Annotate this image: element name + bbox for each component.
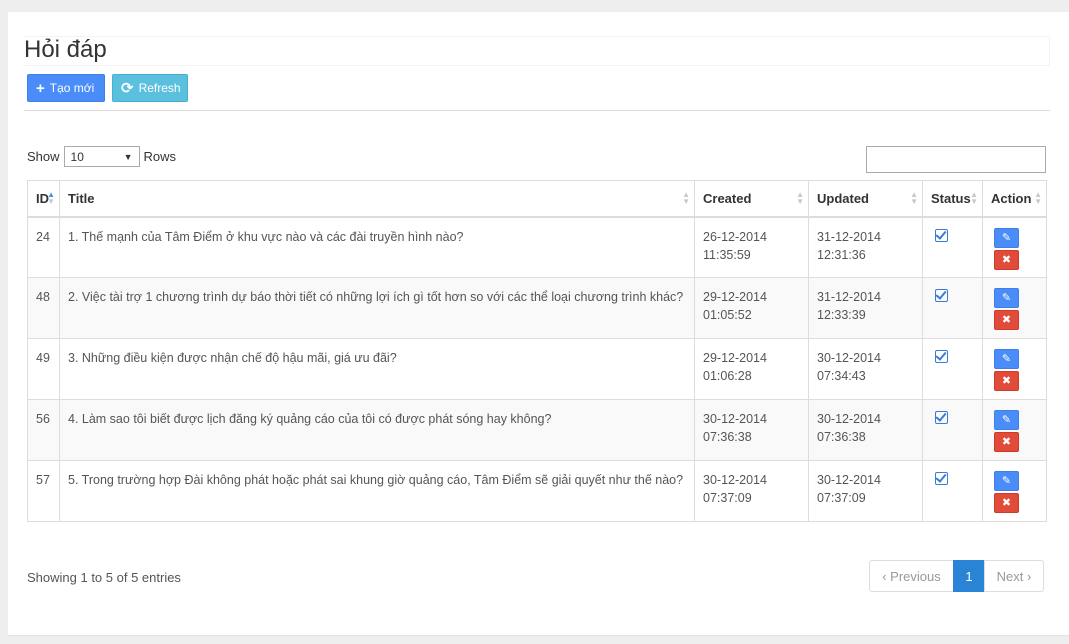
close-icon: ✖ (1001, 253, 1012, 266)
rows-per-page-value: 10 (70, 149, 84, 164)
pencil-icon: ✎ (1001, 475, 1012, 487)
cell-created: 26-12-2014 11:35:59 (694, 216, 809, 278)
refresh-label: Refresh (138, 81, 181, 95)
sort-icon: ▲ ▼ (1034, 190, 1042, 206)
cell-id: 49 (27, 338, 60, 400)
edit-button[interactable]: ✎ (994, 410, 1019, 430)
page-length-control: Show 10 ▼ Rows (27, 146, 176, 167)
delete-button[interactable]: ✖ (994, 371, 1019, 391)
table-info: Showing 1 to 5 of 5 entries (27, 570, 181, 585)
rows-per-page-select[interactable]: 10 ▼ (63, 146, 140, 167)
cell-created: 29-12-2014 01:06:28 (694, 338, 809, 400)
delete-button[interactable]: ✖ (994, 432, 1019, 452)
cell-updated: 30-12-2014 07:37:09 (808, 460, 923, 522)
edit-button[interactable]: ✎ (994, 288, 1019, 308)
close-icon: ✖ (1001, 314, 1012, 326)
cell-created: 29-12-2014 01:05:52 (694, 277, 809, 339)
delete-button[interactable]: ✖ (994, 310, 1019, 330)
table-row: 49 3. Những điều kiện được nhận chế độ h… (27, 338, 1047, 400)
create-new-button[interactable]: + Tạo mới (27, 74, 105, 102)
cell-action: ✎ ✖ (982, 338, 1047, 400)
pencil-icon: ✎ (1001, 353, 1012, 365)
checkbox-checked-icon[interactable] (935, 472, 948, 485)
table-row: 48 2. Việc tài trợ 1 chương trình dự báo… (27, 277, 1047, 339)
cell-updated: 30-12-2014 07:34:43 (808, 338, 923, 400)
plus-icon: + (36, 79, 45, 97)
cell-title: 4. Làm sao tôi biết được lịch đăng ký qu… (59, 399, 695, 461)
column-header-updated[interactable]: Updated ▲ ▼ (808, 180, 923, 218)
next-page-button[interactable]: Next › (984, 560, 1044, 592)
edit-button[interactable]: ✎ (994, 227, 1019, 248)
cell-status (922, 216, 983, 278)
page-title: Hỏi đáp (24, 36, 107, 63)
content-panel: Hỏi đáp + Tạo mới ⟳ Refresh Show 10 ▼ Ro… (8, 12, 1069, 636)
previous-page-button[interactable]: ‹ Previous (869, 560, 954, 592)
pencil-icon: ✎ (1001, 292, 1012, 304)
column-header-id[interactable]: ID ▲ ▼ (27, 180, 60, 218)
pencil-icon: ✎ (1001, 414, 1012, 426)
sort-icon: ▲ ▼ (796, 190, 804, 206)
sort-icon: ▲ ▼ (682, 190, 690, 206)
column-header-title[interactable]: Title ▲ ▼ (59, 180, 695, 218)
checkbox-checked-icon[interactable] (935, 289, 948, 302)
cell-title: 5. Trong trường hợp Đài không phát hoặc … (59, 460, 695, 522)
table-row: 56 4. Làm sao tôi biết được lịch đăng ký… (27, 399, 1047, 461)
cell-action: ✎ ✖ (982, 216, 1047, 278)
page-1-button[interactable]: 1 (953, 560, 985, 592)
cell-status (922, 399, 983, 461)
cell-status (922, 277, 983, 339)
edit-button[interactable]: ✎ (994, 349, 1019, 369)
cell-status (922, 460, 983, 522)
refresh-icon: ⟳ (121, 79, 134, 97)
cell-id: 56 (27, 399, 60, 461)
search-input[interactable] (866, 146, 1046, 173)
cell-created: 30-12-2014 07:36:38 (694, 399, 809, 461)
checkbox-checked-icon[interactable] (935, 350, 948, 363)
cell-updated: 31-12-2014 12:33:39 (808, 277, 923, 339)
table-row: 24 1. Thế mạnh của Tâm Điểm ở khu vực nà… (27, 216, 1047, 278)
cell-id: 57 (27, 460, 60, 522)
cell-id: 24 (27, 216, 60, 278)
edit-button[interactable]: ✎ (994, 471, 1019, 491)
close-icon: ✖ (1001, 375, 1012, 387)
sort-icon: ▲ ▼ (47, 190, 55, 206)
cell-action: ✎ ✖ (982, 277, 1047, 339)
faq-table: ID ▲ ▼ Title ▲ ▼ Created ▲ ▼ Updated ▲ ▼ Status ▲… (27, 180, 1047, 522)
cell-updated: 31-12-2014 12:31:36 (808, 216, 923, 278)
cell-title: 1. Thế mạnh của Tâm Điểm ở khu vực nào v… (59, 216, 695, 278)
delete-button[interactable]: ✖ (994, 249, 1019, 270)
cell-updated: 30-12-2014 07:36:38 (808, 399, 923, 461)
cell-action: ✎ ✖ (982, 399, 1047, 461)
close-icon: ✖ (1001, 436, 1012, 448)
show-label: Show (27, 149, 60, 164)
cell-action: ✎ ✖ (982, 460, 1047, 522)
cell-status (922, 338, 983, 400)
column-header-status[interactable]: Status ▲ ▼ (922, 180, 983, 218)
column-header-action[interactable]: Action ▲ ▼ (982, 180, 1047, 218)
checkbox-checked-icon[interactable] (935, 411, 948, 424)
close-icon: ✖ (1001, 497, 1012, 509)
cell-title: 3. Những điều kiện được nhận chế độ hậu … (59, 338, 695, 400)
delete-button[interactable]: ✖ (994, 493, 1019, 513)
title-bar (24, 36, 1050, 66)
cell-id: 48 (27, 277, 60, 339)
checkbox-checked-icon[interactable] (935, 228, 948, 242)
create-new-label: Tạo mới (49, 81, 95, 95)
pagination: ‹ Previous 1 Next › (869, 560, 1044, 592)
table-row: 57 5. Trong trường hợp Đài không phát ho… (27, 460, 1047, 522)
divider (24, 110, 1050, 111)
column-header-created[interactable]: Created ▲ ▼ (694, 180, 809, 218)
rows-label: Rows (143, 149, 177, 164)
sort-icon: ▲ ▼ (970, 190, 978, 206)
sort-icon: ▲ ▼ (910, 190, 918, 206)
pencil-icon: ✎ (1001, 231, 1012, 244)
refresh-button[interactable]: ⟳ Refresh (112, 74, 188, 102)
table-header-row: ID ▲ ▼ Title ▲ ▼ Created ▲ ▼ Updated ▲ ▼ Status ▲… (27, 180, 1047, 218)
cell-title: 2. Việc tài trợ 1 chương trình dự báo th… (59, 277, 695, 339)
chevron-down-icon: ▼ (123, 151, 133, 162)
cell-created: 30-12-2014 07:37:09 (694, 460, 809, 522)
